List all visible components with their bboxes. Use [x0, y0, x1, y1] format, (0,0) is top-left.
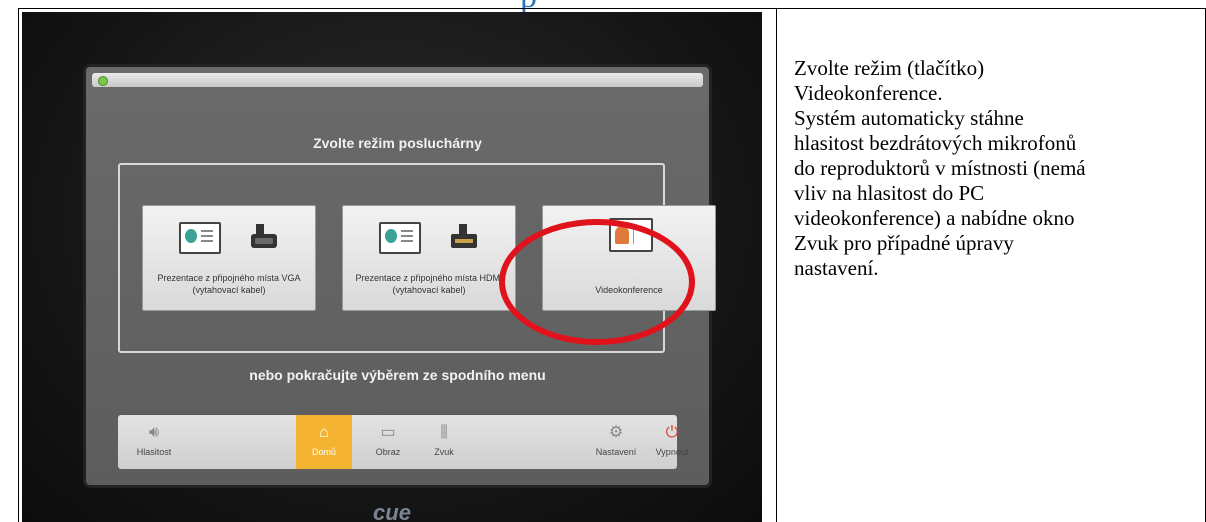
vga-connector-icon — [251, 224, 277, 248]
vga-presentation-label: Prezentace z připojného místa VGA (vytah… — [157, 273, 301, 295]
touch-panel-photo: Zvolte režim posluchárny Prezentace z př… — [22, 12, 762, 522]
status-dot-icon — [98, 76, 108, 86]
gear-icon: ⚙ — [608, 424, 624, 441]
instruction-line: Zvuk pro případné úpravy — [794, 231, 1014, 255]
table-border-top — [18, 8, 1206, 9]
highlight-ring — [499, 219, 695, 345]
menu-item-settings[interactable]: ⚙ Nastavení — [588, 415, 644, 469]
menu-hint: nebo pokračujte výběrem ze spodního menu — [249, 367, 546, 383]
vga-presentation-button[interactable]: Prezentace z připojného místa VGA (vytah… — [142, 205, 316, 311]
menu-item-label: Domů — [311, 447, 336, 457]
hdmi-connector-icon — [451, 224, 477, 248]
bottom-menu: 🔊︎ Hlasitost ⌂ Domů ▭ Obraz ⫼ Zvuk ⚙ Nas… — [118, 415, 688, 469]
instruction-line: hlasitost bezdrátových mikrofonů — [794, 131, 1077, 155]
menu-item-label: Hlasitost — [136, 447, 172, 457]
touch-screen: Zvolte režim posluchárny Prezentace z př… — [86, 67, 716, 485]
instruction-line: Videokonference. — [794, 81, 943, 105]
hdmi-presentation-icon — [379, 222, 421, 254]
brand-logo: cue — [373, 500, 411, 522]
menu-item-label: Nastavení — [595, 447, 637, 457]
instruction-table: Zvolte režim posluchárny Prezentace z př… — [0, 0, 1206, 522]
instruction-line: vliv na hlasitost do PC — [794, 181, 985, 205]
menu-item-label: Vypnout — [655, 447, 689, 457]
screen-status-bar — [92, 73, 703, 87]
hdmi-presentation-button[interactable]: Prezentace z připojného místa HDMI (vyta… — [342, 205, 516, 311]
menu-item-label: Zvuk — [434, 447, 454, 457]
hdmi-presentation-label: Prezentace z připojného místa HDMI (vyta… — [355, 273, 503, 295]
instruction-line: nastavení. — [794, 256, 879, 280]
vga-presentation-icon — [179, 222, 221, 254]
table-border-middle — [776, 8, 777, 522]
instruction-line: videokonference) a nabídne okno — [794, 206, 1075, 230]
volume-icon: 🔊︎ — [148, 424, 160, 441]
picture-icon: ▭ — [380, 424, 396, 441]
menu-item-volume[interactable]: 🔊︎ Hlasitost — [126, 415, 182, 469]
mode-title: Zvolte režim posluchárny — [313, 135, 482, 151]
sliders-icon: ⫼ — [440, 424, 448, 441]
menu-item-picture[interactable]: ▭ Obraz — [360, 415, 416, 469]
menu-item-home[interactable]: ⌂ Domů — [296, 415, 352, 469]
instruction-line: Systém automaticky stáhne — [794, 106, 1024, 130]
instruction-text: Zvolte režim (tlačítko) Videokonference.… — [794, 56, 1194, 281]
power-icon: ⏻ — [665, 424, 679, 441]
instruction-line: Zvolte režim (tlačítko) — [794, 56, 985, 80]
home-icon: ⌂ — [319, 424, 329, 441]
instruction-line: do reproduktorů v místnosti (nemá — [794, 156, 1086, 180]
menu-item-power[interactable]: ⏻ Vypnout — [644, 415, 700, 469]
table-border-left — [18, 8, 19, 522]
menu-item-sound[interactable]: ⫼ Zvuk — [416, 415, 472, 469]
menu-item-label: Obraz — [375, 447, 401, 457]
